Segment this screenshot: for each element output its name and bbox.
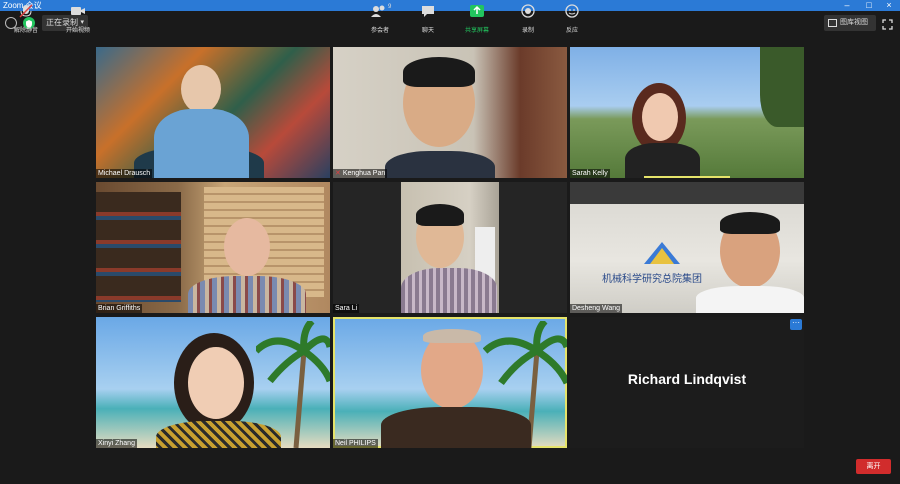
participant-hair: [416, 204, 464, 226]
participant-name: Neil PHILIPS: [333, 439, 378, 448]
participant-name-display: Richard Lindqvist: [627, 371, 747, 387]
participant-body: [154, 109, 249, 178]
record-button[interactable]: 录制: [508, 4, 548, 34]
participant-name: ✕ Kenghua Pan: [333, 169, 388, 178]
grid-view-icon: [828, 19, 837, 27]
ceiling: [570, 182, 804, 204]
participant-hair: [403, 57, 475, 87]
chat-icon: [422, 6, 434, 17]
participant-name-text: Kenghua Pan: [342, 170, 386, 177]
maximize-icon[interactable]: □: [858, 0, 880, 11]
smiley-icon: [565, 4, 579, 18]
video-tile[interactable]: 机械科学研究总院集团 Desheng Wang: [570, 182, 804, 313]
participant-name: Sarah Kelly: [570, 169, 610, 178]
participant-name: Xinyi Zhang: [96, 439, 137, 448]
participants-count: 9: [388, 4, 392, 10]
participant-name: Sara Li: [333, 304, 360, 313]
participant-body: [385, 151, 495, 178]
video-tile[interactable]: Brian Griffiths: [96, 182, 330, 313]
more-options-icon[interactable]: ···: [790, 319, 802, 330]
wall-sign-text: 机械科学研究总院集团: [602, 274, 702, 285]
company-logo: [642, 240, 682, 266]
video-tile-active-speaker[interactable]: Neil PHILIPS: [333, 317, 567, 448]
minimize-icon[interactable]: –: [836, 0, 858, 11]
reactions-label: 反应: [565, 28, 578, 34]
share-screen-label: 共享屏幕: [464, 28, 489, 34]
participant-name: Desheng Wang: [570, 304, 622, 313]
bookshelf: [96, 192, 181, 302]
record-label: 录制: [521, 28, 534, 34]
reactions-button[interactable]: 反应: [552, 4, 592, 34]
window-titlebar: Zoom 会议 – □ ×: [0, 0, 900, 11]
video-tile-no-video[interactable]: Richard Lindqvist ···: [570, 317, 804, 448]
video-tile[interactable]: Sara Li: [333, 182, 567, 313]
chat-button[interactable]: 聊天: [408, 4, 448, 34]
video-tile[interactable]: Michael Drausch: [96, 47, 330, 178]
participant-name: Brian Griffiths: [96, 304, 143, 313]
meeting-topbar: [0, 11, 900, 35]
video-tile[interactable]: Xinyi Zhang: [96, 317, 330, 448]
view-label: 图库视图: [840, 19, 868, 26]
unmute-label: 解除静音: [13, 28, 38, 34]
participant-body: [625, 143, 700, 178]
participants-label: 参会者: [370, 28, 389, 34]
participant-name: Michael Drausch: [96, 169, 153, 178]
start-video-button[interactable]: 开始视频: [58, 4, 98, 34]
participant-head: [642, 93, 678, 141]
participants-button[interactable]: 9 参会者: [360, 4, 400, 34]
share-screen-button[interactable]: 共享屏幕: [457, 4, 497, 34]
participant-body: [156, 421, 281, 448]
participant-body: [188, 276, 306, 313]
participant-head: [181, 65, 221, 113]
meeting-toolbar: [0, 452, 900, 484]
tree-shape: [760, 47, 804, 127]
mic-muted-icon: [19, 4, 33, 18]
video-tile[interactable]: Sarah Kelly: [570, 47, 804, 178]
speaking-indicator: [644, 176, 730, 178]
leave-meeting-button[interactable]: 离开: [856, 459, 891, 474]
participant-body: [381, 407, 531, 448]
video-camera-icon: [71, 7, 85, 15]
close-icon[interactable]: ×: [878, 0, 900, 11]
mic-muted-icon: ✕: [335, 170, 343, 177]
video-tile[interactable]: ✕ Kenghua Pan: [333, 47, 567, 178]
start-video-label: 开始视频: [65, 28, 90, 34]
video-frame: [401, 182, 499, 313]
participant-body: [696, 286, 804, 313]
participant-hair: [423, 329, 481, 343]
fullscreen-icon[interactable]: [882, 17, 893, 30]
record-icon: [521, 4, 535, 18]
chat-label: 聊天: [421, 28, 434, 34]
view-toggle-button[interactable]: 图库视图: [824, 15, 876, 31]
share-screen-icon: [470, 5, 484, 17]
participant-body: [401, 268, 497, 313]
participant-hair: [720, 212, 780, 234]
unmute-button[interactable]: 解除静音: [6, 4, 46, 34]
participant-head: [224, 218, 270, 276]
participant-head: [188, 347, 244, 419]
